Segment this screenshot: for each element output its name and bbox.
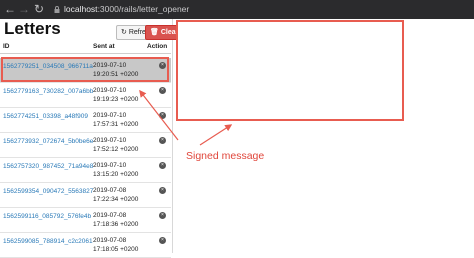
annotation-arrows [139, 89, 233, 146]
arrow-to-selected-row [139, 89, 179, 141]
annotation-label: Signed message [186, 150, 265, 162]
arrow-to-preview-pane [199, 124, 233, 146]
